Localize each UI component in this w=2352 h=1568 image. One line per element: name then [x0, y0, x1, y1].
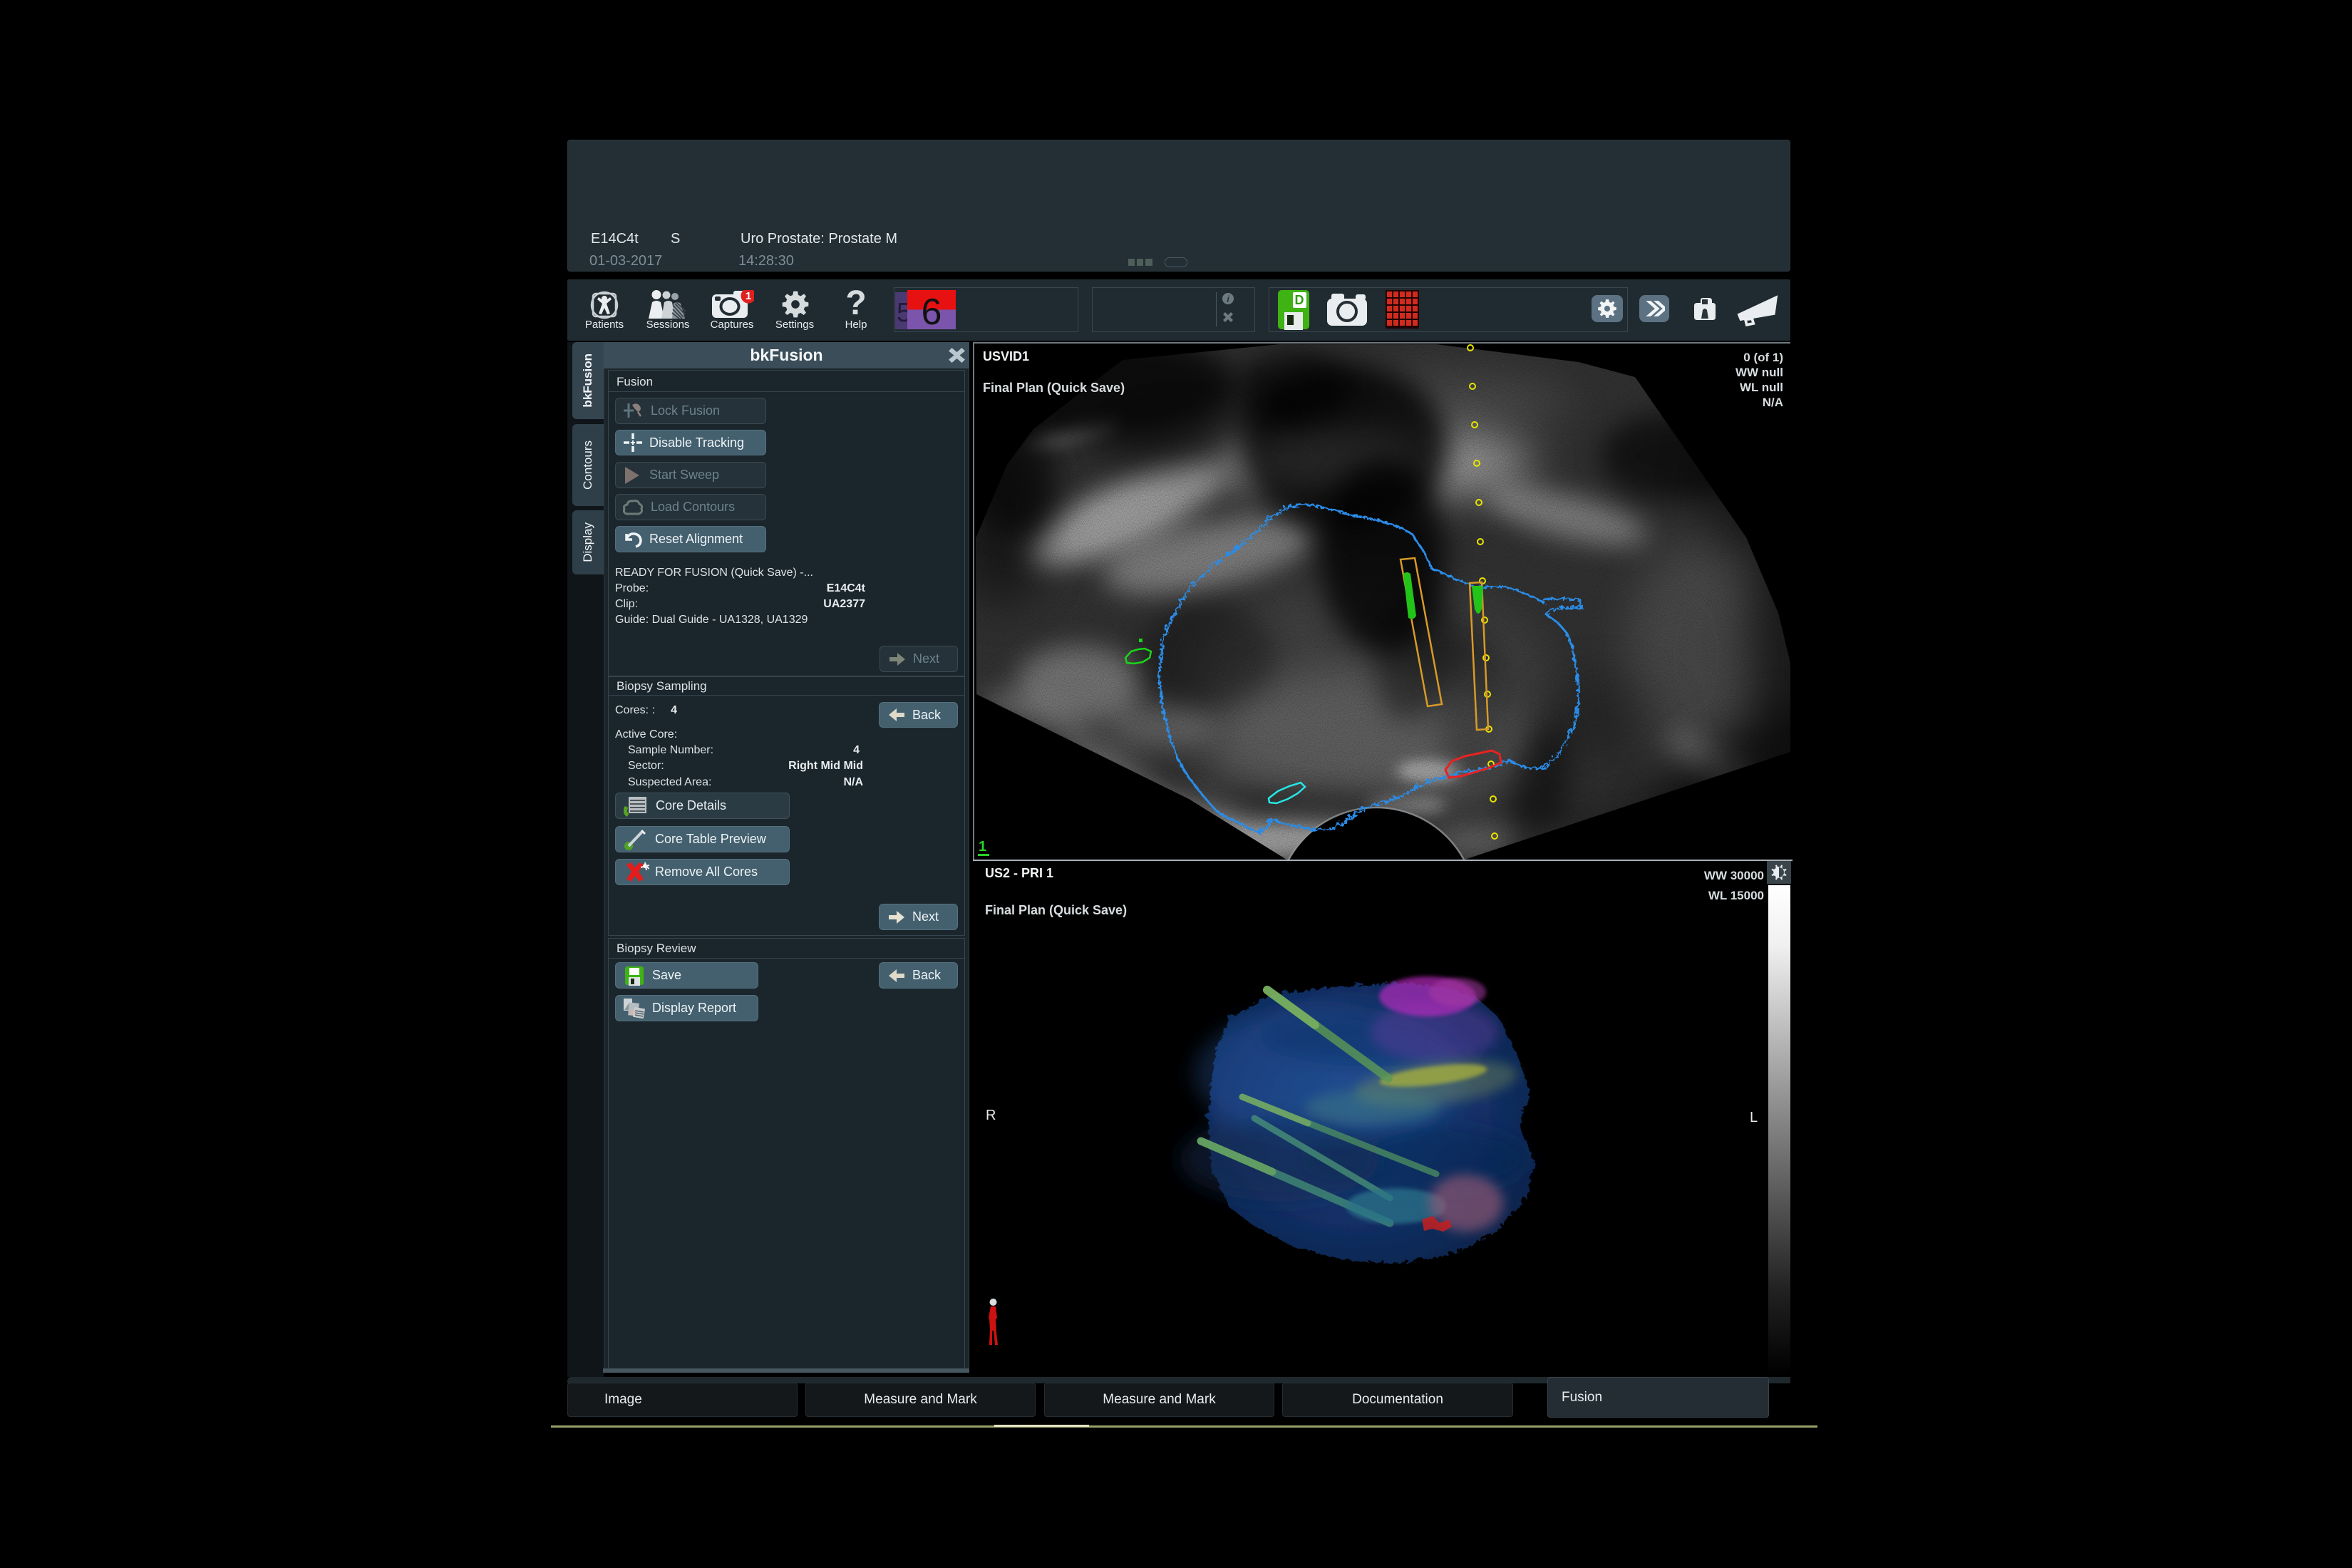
svg-text:D: D — [1295, 293, 1304, 307]
svg-text:USVID1: USVID1 — [983, 349, 1029, 363]
svg-text:N/A: N/A — [1763, 396, 1783, 409]
svg-text:i: i — [1227, 294, 1229, 304]
svg-text:Final Plan (Quick Save): Final Plan (Quick Save) — [985, 903, 1127, 917]
svg-text:WW null: WW null — [1735, 366, 1783, 379]
svg-text:WW 30000: WW 30000 — [1704, 869, 1764, 882]
svg-text:R: R — [986, 1108, 996, 1123]
svg-text:0 (of 1): 0 (of 1) — [1743, 351, 1783, 364]
svg-text:WL null: WL null — [1740, 381, 1783, 394]
svg-text:1: 1 — [746, 290, 751, 302]
svg-text:L: L — [1750, 1110, 1758, 1125]
svg-text:Final Plan (Quick Save): Final Plan (Quick Save) — [983, 381, 1125, 395]
svg-text:WL 15000: WL 15000 — [1708, 889, 1764, 902]
svg-text:1: 1 — [979, 839, 986, 855]
svg-text:US2 - PRI 1: US2 - PRI 1 — [985, 866, 1053, 880]
